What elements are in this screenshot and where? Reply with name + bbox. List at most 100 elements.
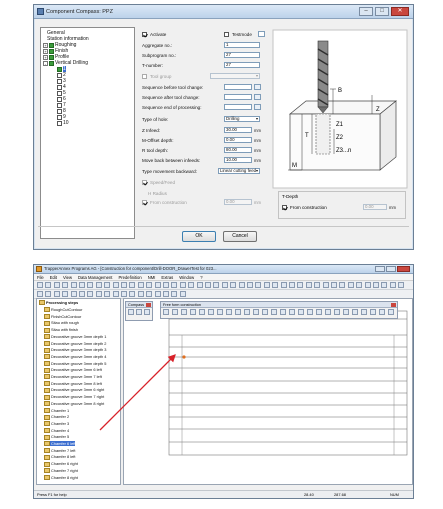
type-of-hole-select[interactable]: Drilling ▾	[224, 116, 260, 122]
processing-step-item[interactable]: RoughCutContour	[44, 307, 82, 312]
tree-checkbox[interactable]	[57, 72, 62, 78]
construction-tool-icon[interactable]	[388, 309, 394, 315]
construction-tool-icon[interactable]	[262, 309, 268, 315]
tree-checkbox[interactable]	[57, 102, 62, 108]
seq-after-picker-icon[interactable]	[254, 94, 261, 100]
tree-checkbox[interactable]	[57, 90, 62, 96]
toolbar-tool-icon[interactable]	[272, 282, 279, 288]
compass-tool-icon[interactable]	[144, 309, 150, 315]
toolbar-tool-icon[interactable]	[381, 282, 388, 288]
menu-item[interactable]: NMI	[148, 274, 156, 280]
processing-step-item[interactable]: Decorative groove 3mm depth 1	[44, 334, 106, 339]
processing-step-item[interactable]: Chamfer 8 right	[44, 475, 78, 480]
toolbar-tool-icon[interactable]	[62, 282, 69, 288]
toolbar-tool-icon[interactable]	[331, 282, 337, 288]
toolbar-tool-icon[interactable]	[230, 282, 237, 288]
toolbar-tool-icon[interactable]	[137, 282, 144, 288]
activate-checkbox[interactable]	[142, 32, 147, 37]
tree-checkbox[interactable]	[57, 108, 62, 114]
tree-checkbox[interactable]	[57, 120, 62, 126]
freeform-palette-close-button[interactable]	[391, 303, 396, 307]
tree-checkbox[interactable]	[49, 54, 54, 60]
toolbar-tool-icon[interactable]	[171, 282, 178, 288]
view-tool-icon[interactable]	[53, 291, 60, 297]
processing-step-item[interactable]: Decorative groove 3mm 7 left	[44, 374, 102, 379]
view-tool-icon[interactable]	[104, 291, 111, 297]
tree-checkbox[interactable]	[57, 114, 62, 120]
tree-checkbox[interactable]	[57, 96, 62, 102]
view-tool-icon[interactable]	[45, 291, 52, 297]
construction-tool-icon[interactable]	[190, 309, 196, 315]
view-tool-icon[interactable]	[146, 291, 153, 297]
construction-tool-icon[interactable]	[298, 309, 304, 315]
construction-tool-icon[interactable]	[361, 309, 367, 315]
toolbar-tool-icon[interactable]	[53, 282, 60, 288]
menu-item[interactable]: View	[63, 274, 72, 280]
view-tool-icon[interactable]	[121, 291, 127, 297]
tree-subnode[interactable]: 10	[57, 120, 69, 126]
processing-step-item[interactable]: Decorative groove 3mm depth 2	[44, 341, 106, 346]
construction-tool-icon[interactable]	[334, 309, 340, 315]
construction-tool-icon[interactable]	[325, 309, 331, 315]
menu-item[interactable]: Data Management	[78, 274, 112, 280]
processing-step-item[interactable]: Sitau with finish	[44, 327, 78, 332]
tool-group-select[interactable]: ▾	[210, 73, 260, 79]
construction-tool-icon[interactable]	[307, 309, 313, 315]
menu-item[interactable]: Extras	[161, 274, 173, 280]
processing-step-item[interactable]: Decorative groove 3mm 6 left	[44, 367, 102, 372]
app-close-button[interactable]	[397, 266, 410, 272]
toolbar-tool-icon[interactable]	[188, 282, 195, 288]
processing-step-item[interactable]: Decorative groove 3mm 8 right	[44, 401, 104, 406]
toolbar-tool-icon[interactable]	[255, 282, 262, 288]
construction-tool-icon[interactable]	[172, 309, 178, 315]
toolbar-tool-icon[interactable]	[314, 282, 321, 288]
toolbar-tool-icon[interactable]	[129, 282, 136, 288]
construction-tool-icon[interactable]	[163, 309, 169, 315]
toolbar-tool-icon[interactable]	[347, 282, 354, 288]
tool-group-checkbox[interactable]	[142, 74, 147, 79]
processing-step-item[interactable]: Chamfer 1	[44, 408, 69, 413]
tree-checkbox[interactable]	[49, 60, 54, 66]
view-tool-icon[interactable]	[87, 291, 94, 297]
view-tool-icon[interactable]	[62, 291, 69, 297]
toolbar-tool-icon[interactable]	[146, 282, 153, 288]
construction-canvas[interactable]	[123, 298, 413, 485]
construction-tool-icon[interactable]	[181, 309, 187, 315]
toolbar-tool-icon[interactable]	[37, 282, 43, 288]
processing-step-item[interactable]: Chamfer 3	[44, 421, 69, 426]
view-tool-icon[interactable]	[95, 291, 102, 297]
tree-checkbox[interactable]	[49, 48, 54, 54]
cancel-button[interactable]: Cancel	[223, 231, 257, 242]
type-movement-select[interactable]: Linear cutting feed ▾	[218, 168, 260, 174]
menu-item[interactable]: ?	[200, 274, 202, 280]
toolbar-tool-icon[interactable]	[398, 282, 405, 288]
processing-step-item[interactable]: Chamfer 6 right	[44, 461, 78, 466]
processing-step-item[interactable]: Decorative groove 3mm 8 left	[44, 381, 102, 386]
construction-tool-icon[interactable]	[235, 309, 241, 315]
toolbar-tool-icon[interactable]	[247, 282, 253, 288]
seq-processing-input[interactable]	[224, 104, 252, 110]
toolbar-tool-icon[interactable]	[221, 282, 228, 288]
app-maximize-button[interactable]	[386, 266, 396, 272]
processing-step-item[interactable]: Chamfer 7 right	[44, 468, 78, 473]
construction-tool-icon[interactable]	[316, 309, 322, 315]
drill-point-marker[interactable]	[182, 355, 186, 359]
view-tool-icon[interactable]	[37, 291, 43, 297]
construction-tool-icon[interactable]	[289, 309, 295, 315]
maximize-button[interactable]: □	[375, 7, 389, 16]
r-tool-depth-input[interactable]: 80.00	[224, 147, 252, 153]
t-from-construction-checkbox[interactable]	[282, 205, 287, 210]
close-button[interactable]: ✕	[391, 7, 409, 16]
toolbar-tool-icon[interactable]	[104, 282, 111, 288]
h-radius-input[interactable]: 0.00	[224, 199, 252, 205]
processing-step-item[interactable]: FinishCutContour	[44, 314, 81, 319]
compass-tool-icon[interactable]	[136, 309, 142, 315]
menu-item[interactable]: Edit	[50, 274, 57, 280]
menu-item[interactable]: File	[37, 274, 44, 280]
processing-step-item[interactable]: Decorative groove 3mm 6 right	[44, 387, 104, 392]
tree-checkbox[interactable]	[57, 78, 62, 84]
toolbar-tool-icon[interactable]	[163, 282, 169, 288]
expand-icon[interactable]: +	[43, 42, 48, 48]
view-tool-icon[interactable]	[154, 291, 161, 297]
toolbar-tool-icon[interactable]	[263, 282, 270, 288]
